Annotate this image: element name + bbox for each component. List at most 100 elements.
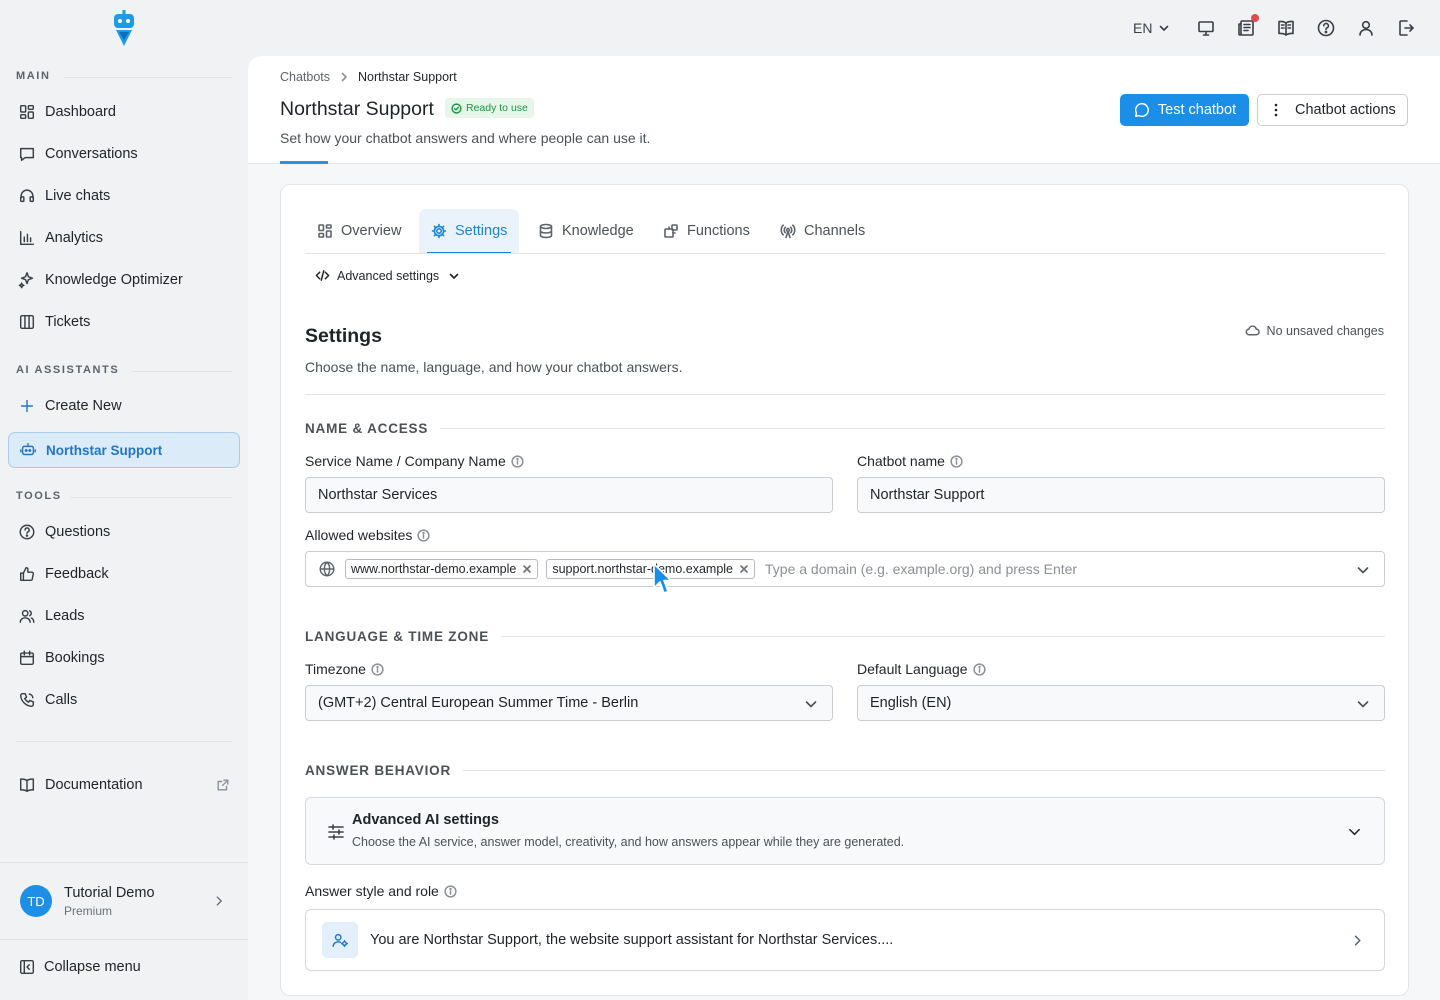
sliders-icon (328, 824, 344, 840)
book-open-icon[interactable] (1276, 18, 1296, 38)
tab-functions[interactable]: Functions (651, 209, 762, 253)
divider (64, 77, 232, 78)
group-title-language-time: LANGUAGE & TIME ZONE (305, 629, 501, 644)
calendar-icon (19, 650, 35, 666)
timezone-select[interactable]: (GMT+2) Central European Summer Time - B… (305, 685, 833, 721)
sidebar-item-label: Northstar Support (46, 442, 163, 458)
sidebar-item-knowledge-optimizer[interactable]: Knowledge Optimizer (8, 262, 240, 298)
sidebar-item-dashboard[interactable]: Dashboard (8, 94, 240, 130)
check-circle-icon (451, 102, 462, 114)
website-input-placeholder: Type a domain (e.g. example.org) and pre… (765, 561, 1078, 577)
main-content: Chatbots Northstar Support Northstar Sup… (248, 56, 1440, 1000)
label-text: Allowed websites (305, 527, 413, 543)
sidebar-item-label: Create New (45, 398, 122, 414)
website-tag: www.northstar-demo.example (345, 559, 539, 579)
chat-bubble-icon (1134, 102, 1149, 118)
tab-settings[interactable]: Settings (419, 209, 520, 254)
puzzle-icon (664, 224, 678, 238)
chevron-down-icon[interactable] (1356, 563, 1370, 577)
sidebar-item-leads[interactable]: Leads (8, 598, 240, 634)
allowed-websites-label: Allowed websites (305, 527, 431, 543)
sidebar-item-documentation[interactable]: Documentation (8, 767, 240, 803)
tabs-underline (305, 253, 1385, 254)
sidebar-item-label: Knowledge Optimizer (45, 272, 183, 288)
save-status: No unsaved changes (1245, 323, 1384, 338)
allowed-websites-input[interactable]: www.northstar-demo.example support.north… (305, 551, 1385, 587)
test-chatbot-button[interactable]: Test chatbot (1120, 94, 1249, 126)
advanced-ai-description: Choose the AI service, answer model, cre… (352, 835, 905, 849)
sidebar-item-label: Bookings (45, 650, 105, 666)
page-title: Northstar Support (280, 98, 434, 120)
help-icon[interactable] (1316, 18, 1336, 38)
breadcrumb: Chatbots Northstar Support (280, 70, 457, 84)
sidebar-item-label: Analytics (45, 230, 104, 246)
breadcrumb-link-chatbots[interactable]: Chatbots (280, 70, 330, 84)
language-selector[interactable]: EN (1133, 20, 1170, 36)
chevron-down-icon (1160, 25, 1169, 31)
sidebar-item-analytics[interactable]: Analytics (8, 220, 240, 256)
users-icon (19, 609, 35, 624)
settings-subtitle: Choose the name, language, and how your … (305, 359, 683, 375)
sidebar-item-conversations[interactable]: Conversations (8, 136, 240, 172)
answer-style-role-button[interactable]: You are Northstar Support, the website s… (305, 909, 1385, 971)
question-icon (19, 524, 35, 540)
logout-icon[interactable] (1396, 18, 1416, 38)
select-value: (GMT+2) Central European Summer Time - B… (318, 695, 639, 711)
close-icon[interactable] (739, 564, 749, 574)
user-profile-card[interactable]: TD Tutorial Demo Premium (8, 874, 240, 928)
info-icon[interactable] (950, 454, 963, 468)
input-value: Northstar Services (318, 487, 438, 503)
tab-label: Overview (341, 223, 402, 239)
sidebar-item-feedback[interactable]: Feedback (8, 556, 240, 592)
header-accent-bar (280, 161, 328, 164)
divider (0, 939, 248, 940)
tab-label: Settings (455, 223, 508, 239)
chevron-down-icon (449, 273, 459, 279)
info-icon[interactable] (371, 662, 384, 676)
input-value: Northstar Support (870, 487, 985, 503)
tab-overview[interactable]: Overview (305, 209, 413, 253)
advanced-ai-settings-panel[interactable]: Advanced AI settings Choose the AI servi… (305, 797, 1385, 865)
website-tag-label: support.northstar-demo.example (552, 562, 734, 576)
database-icon (539, 223, 553, 239)
info-icon[interactable] (417, 528, 431, 542)
collapse-menu-button[interactable]: Collapse menu (18, 958, 141, 976)
answer-style-preview: You are Northstar Support, the website s… (370, 932, 894, 948)
advanced-settings-toggle[interactable]: Advanced settings (315, 268, 460, 283)
sidebar-item-calls[interactable]: Calls (8, 682, 240, 718)
sidebar-item-tickets[interactable]: Tickets (8, 304, 240, 340)
broadcast-icon (780, 224, 796, 239)
service-name-input[interactable]: Northstar Services (305, 477, 833, 513)
sidebar-item-questions[interactable]: Questions (8, 514, 240, 550)
sidebar-item-live-chats[interactable]: Live chats (8, 178, 240, 214)
close-icon[interactable] (522, 564, 532, 574)
sidebar-item-northstar-support[interactable]: Northstar Support (8, 432, 240, 468)
headset-icon (19, 189, 35, 203)
user-icon[interactable] (1356, 18, 1376, 38)
chatbot-actions-label: Chatbot actions (1295, 102, 1396, 118)
tab-knowledge[interactable]: Knowledge (526, 209, 646, 253)
tab-channels[interactable]: Channels (768, 209, 877, 253)
news-notification-button[interactable] (1236, 14, 1259, 38)
code-icon (315, 270, 330, 281)
bar-chart-icon (19, 230, 35, 246)
sidebar-item-label: Live chats (45, 188, 111, 204)
tab-label: Channels (804, 223, 866, 239)
user-settings-icon (332, 933, 349, 948)
info-icon[interactable] (511, 454, 524, 468)
group-title-name-access: NAME & ACCESS (305, 421, 441, 436)
chatbot-name-input[interactable]: Northstar Support (857, 477, 1385, 513)
bot-icon (20, 442, 36, 456)
sidebar-item-bookings[interactable]: Bookings (8, 640, 240, 676)
mouse-cursor-icon (653, 563, 672, 594)
bot-logo-icon[interactable] (110, 10, 138, 46)
info-icon[interactable] (444, 884, 457, 898)
chatbot-actions-button[interactable]: Chatbot actions (1257, 94, 1408, 126)
default-language-select[interactable]: English (EN) (857, 685, 1385, 721)
monitor-icon[interactable] (1196, 18, 1216, 38)
user-name: Tutorial Demo (64, 884, 155, 901)
settings-heading: Settings (305, 325, 382, 347)
sidebar-item-create-new[interactable]: Create New (8, 388, 240, 424)
sidebar-item-label: Conversations (45, 146, 138, 162)
info-icon[interactable] (972, 662, 986, 676)
